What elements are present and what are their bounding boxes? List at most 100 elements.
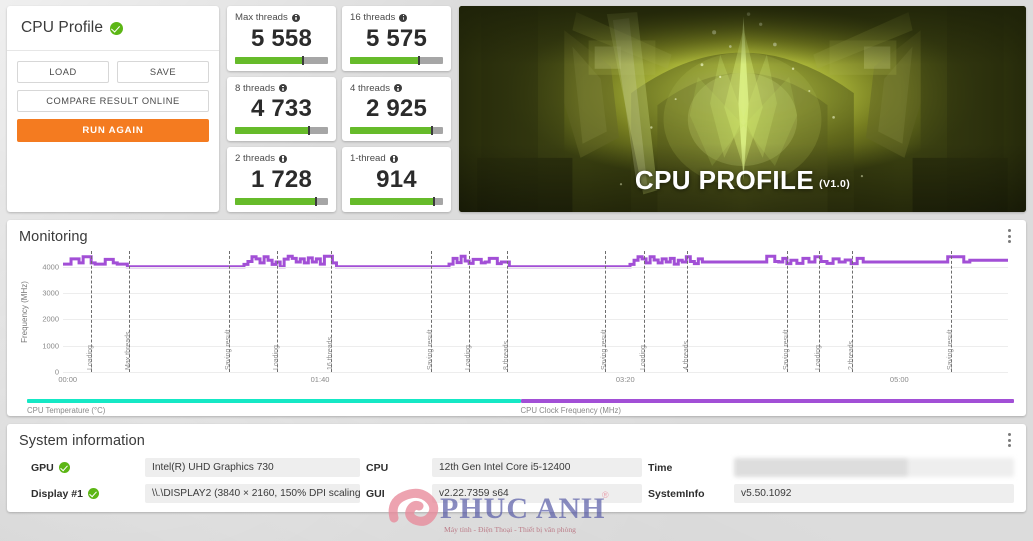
score-card-bar-marker bbox=[301, 55, 304, 65]
svg-text:Máy tính - Điện Thoại - Thiết: Máy tính - Điện Thoại - Thiết bị văn phò… bbox=[444, 525, 576, 534]
chart-y-tick: 2000 bbox=[42, 314, 59, 324]
load-button[interactable]: LOAD bbox=[17, 61, 109, 83]
score-card-bar-fill bbox=[350, 56, 418, 64]
chart-y-axis-label: Frequency (MHz) bbox=[20, 281, 29, 343]
chart-event-marker: Saving result bbox=[427, 251, 434, 372]
save-button[interactable]: SAVE bbox=[117, 61, 209, 83]
chart-gridline bbox=[63, 266, 1008, 268]
chart-event-marker: Loading bbox=[465, 251, 472, 372]
cpu-profile-header: CPU Profile bbox=[7, 6, 219, 51]
score-card: 2 threads 1 728 bbox=[227, 147, 336, 212]
chart-x-tick: 03:20 bbox=[615, 375, 635, 384]
top-row: CPU Profile LOAD SAVE COMPARE RESULT ONL… bbox=[7, 6, 1026, 212]
chart-series-line bbox=[63, 256, 1008, 267]
chart-event-marker: Loading bbox=[815, 251, 822, 372]
chart-event-marker: Saving result bbox=[783, 251, 790, 372]
score-card-label: 16 threads bbox=[350, 12, 443, 23]
score-card-bar-marker bbox=[308, 126, 311, 136]
score-card-label-text: 2 threads bbox=[235, 153, 276, 165]
score-card: 16 threads 5 575 bbox=[342, 6, 451, 71]
info-icon[interactable] bbox=[399, 13, 408, 22]
system-info-value: v5.50.1092 bbox=[734, 484, 1014, 503]
chart-event-label: Loading bbox=[87, 345, 95, 370]
chart-event-marker: Saving result bbox=[225, 251, 232, 372]
score-card-bar bbox=[235, 126, 328, 136]
score-card-label: Max threads bbox=[235, 12, 328, 23]
system-info-value: Intel(R) UHD Graphics 730 bbox=[145, 458, 360, 477]
info-icon[interactable] bbox=[389, 154, 398, 163]
system-info-key: CPU bbox=[366, 462, 426, 474]
kebab-menu-icon[interactable] bbox=[1002, 433, 1016, 451]
chart-event-marker: Loading bbox=[273, 251, 280, 372]
score-card-bar-fill bbox=[350, 127, 431, 135]
chart-event-label: 4 threads bbox=[682, 340, 690, 370]
info-icon[interactable] bbox=[279, 84, 288, 93]
info-icon[interactable] bbox=[279, 154, 288, 163]
chart-y-tick: 1000 bbox=[42, 341, 59, 351]
chart-event-label: Loading bbox=[272, 345, 280, 370]
system-information-title: System information bbox=[19, 433, 145, 449]
score-card-bar-fill bbox=[235, 56, 302, 64]
score-card-bar bbox=[235, 196, 328, 206]
score-card-value: 4 733 bbox=[250, 95, 313, 123]
system-info-key-text: Time bbox=[648, 461, 673, 474]
chart-gridline bbox=[63, 372, 1008, 373]
score-card-bar-fill bbox=[235, 127, 309, 135]
score-card-bar bbox=[350, 196, 443, 206]
hero-caption: CPU PROFILE (V1.0) bbox=[459, 165, 1026, 196]
chart-event-label: 2 threads bbox=[848, 340, 856, 370]
chart-y-tick: 4000 bbox=[42, 262, 59, 272]
score-card-bar-marker bbox=[432, 196, 435, 206]
chart-event-marker: Loading bbox=[640, 251, 647, 372]
chart-event-label: 8 threads bbox=[503, 340, 511, 370]
hero-title: CPU PROFILE bbox=[634, 165, 815, 195]
system-info-key-text: GUI bbox=[366, 487, 385, 500]
score-card-label: 8 threads bbox=[235, 83, 328, 94]
info-icon[interactable] bbox=[394, 84, 403, 93]
check-circle-icon bbox=[87, 488, 99, 499]
legend-swatch-cpu-temperature bbox=[27, 399, 521, 403]
system-info-value: \\.\DISPLAY2 (3840 × 2160, 150% DPI scal… bbox=[145, 484, 360, 503]
system-info-value bbox=[734, 458, 1014, 477]
info-icon[interactable] bbox=[291, 13, 300, 22]
chart-event-label: Loading bbox=[815, 345, 822, 370]
system-info-key: SystemInfo bbox=[648, 488, 728, 500]
score-card-bar bbox=[235, 55, 328, 65]
chart-event-label: Loading bbox=[465, 345, 473, 370]
chart-event-marker: Max threads bbox=[125, 251, 132, 372]
chart-event-label: 16 threads bbox=[327, 336, 335, 370]
score-card-bar bbox=[350, 126, 443, 136]
chart-gridline bbox=[63, 293, 1008, 295]
monitoring-chart: Frequency (MHz) 0 1000 2000 3000 4000 Loading… bbox=[19, 249, 1014, 397]
chart-event-label: Saving result bbox=[782, 329, 790, 370]
kebab-menu-icon[interactable] bbox=[1002, 229, 1016, 247]
monitoring-title: Monitoring bbox=[19, 229, 88, 245]
chart-event-label: Saving result bbox=[947, 329, 955, 370]
chart-event-marker: 16 threads bbox=[327, 251, 334, 372]
chart-y-tick: 0 bbox=[54, 367, 59, 377]
compare-result-online-button[interactable]: COMPARE RESULT ONLINE bbox=[17, 90, 209, 112]
check-circle-icon bbox=[110, 21, 124, 35]
score-card-label: 2 threads bbox=[235, 153, 328, 164]
score-card-bar-fill bbox=[350, 197, 433, 205]
chart-event-label: Saving result bbox=[225, 329, 233, 370]
chart-x-tick: 01:40 bbox=[310, 375, 330, 384]
legend-label-cpu-clock-frequency: CPU Clock Frequency (MHz) bbox=[520, 406, 622, 415]
hero-version: (V1.0) bbox=[819, 178, 851, 190]
score-card-value: 1 728 bbox=[250, 166, 313, 194]
chart-event-marker: 2 threads bbox=[848, 251, 855, 372]
score-card-bar-fill bbox=[235, 197, 315, 205]
run-again-button[interactable]: RUN AGAIN bbox=[17, 119, 209, 142]
cpu-profile-panel: CPU Profile LOAD SAVE COMPARE RESULT ONL… bbox=[7, 6, 219, 212]
system-info-key-text: CPU bbox=[366, 461, 389, 474]
chart-event-marker: Loading bbox=[87, 251, 94, 372]
chart-event-label: Loading bbox=[640, 345, 648, 370]
score-card-value: 914 bbox=[376, 166, 417, 194]
score-card-bar bbox=[350, 55, 443, 65]
score-card-label: 1-thread bbox=[350, 153, 443, 164]
score-card-label-text: Max threads bbox=[235, 12, 288, 23]
page-title: CPU Profile bbox=[21, 19, 104, 36]
chart-event-marker: 8 threads bbox=[503, 251, 510, 372]
score-card-value: 5 558 bbox=[250, 24, 313, 52]
score-card-bar-marker bbox=[417, 55, 420, 65]
